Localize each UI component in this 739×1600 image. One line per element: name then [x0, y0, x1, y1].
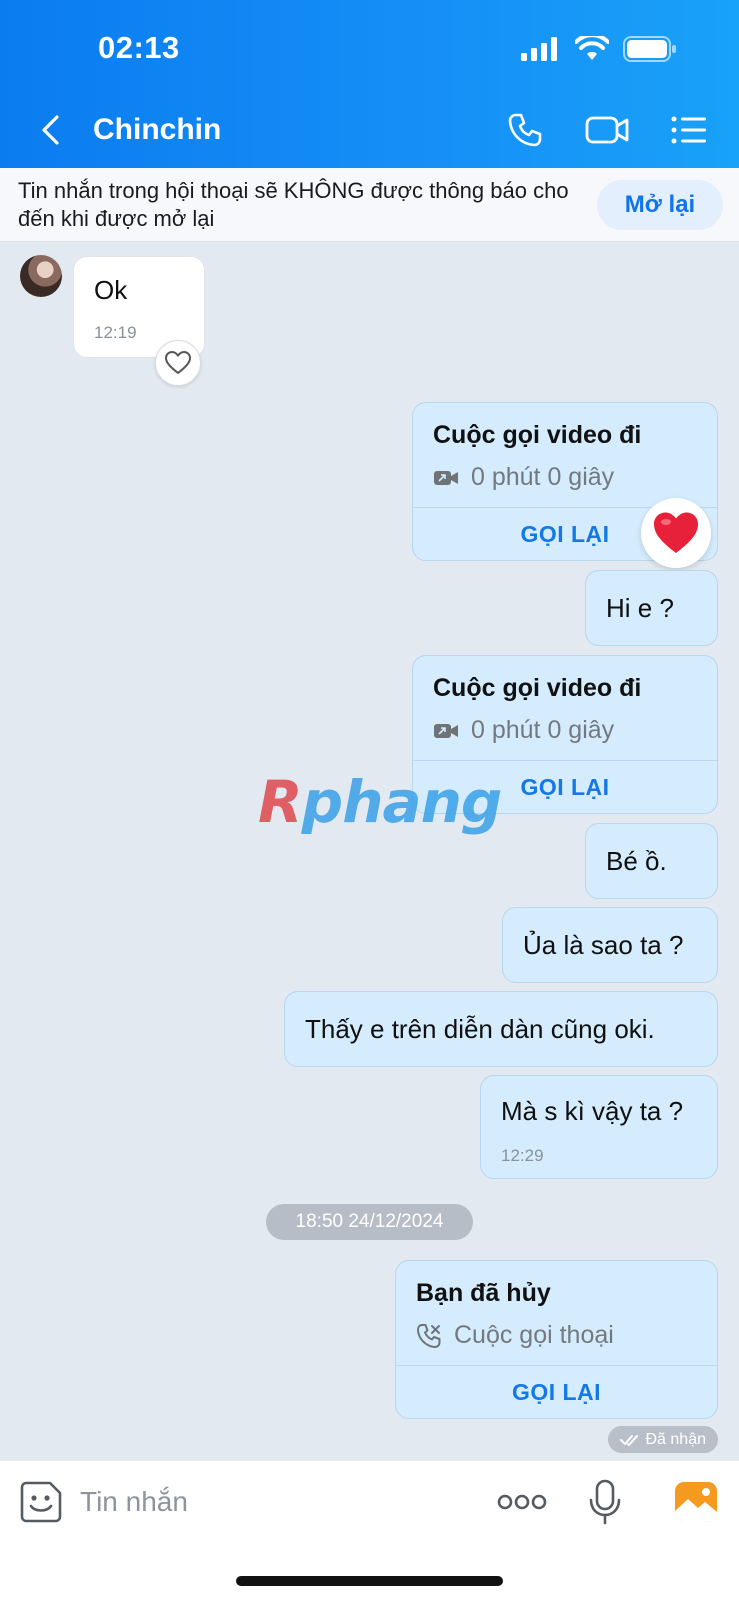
back-button[interactable] [30, 110, 70, 150]
photo-picker-button[interactable] [674, 1481, 718, 1523]
message-text: Thấy e trên diễn dàn cũng oki. [305, 1014, 655, 1044]
status-time: 02:13 [98, 30, 180, 65]
outgoing-video-icon [434, 470, 458, 485]
heart-outline-icon [165, 351, 191, 375]
call-duration: 0 phút 0 giây [433, 716, 614, 745]
heart-reaction[interactable] [641, 498, 711, 568]
message-text: Bé ồ. [606, 846, 667, 876]
emoji-sticker-icon [20, 1481, 62, 1523]
call-card[interactable]: Bạn đã hủy Cuộc gọi thoại GỌI LẠI [395, 1260, 718, 1419]
delivery-status-badge: Đã nhận [607, 1426, 718, 1453]
message-text: Mà s kì vậy ta ? [501, 1096, 684, 1126]
watermark-logo: Rphang [258, 768, 502, 836]
more-dots-icon [497, 1494, 547, 1510]
chat-header: 02:13 Chinchin [0, 0, 739, 168]
call-duration: 0 phút 0 giây [433, 463, 614, 492]
heart-icon [654, 512, 698, 553]
call-status-text: Cuộc gọi thoại [454, 1321, 614, 1349]
message-input[interactable] [80, 1479, 460, 1525]
call-title: Cuộc gọi video đi [433, 674, 642, 702]
header-actions [503, 108, 711, 152]
message-text: Ok [94, 275, 128, 305]
unmute-button[interactable]: Mở lại [597, 180, 723, 230]
voice-call-button[interactable] [503, 108, 547, 152]
status-icons [521, 34, 677, 64]
conversation-title[interactable]: Chinchin [93, 113, 221, 147]
signal-icon [521, 37, 557, 61]
double-check-icon [619, 1434, 638, 1446]
phone-icon [508, 113, 542, 147]
message-text: Hi e ? [606, 593, 674, 623]
microphone-icon [589, 1479, 621, 1525]
list-icon [671, 116, 706, 144]
message-bubble-outgoing[interactable]: Bé ồ. [585, 823, 718, 899]
battery-icon [623, 36, 676, 62]
message-bubble-outgoing[interactable]: Ủa là sao ta ? [502, 907, 718, 983]
call-duration-text: 0 phút 0 giây [471, 463, 615, 491]
more-options-button[interactable] [496, 1487, 548, 1517]
call-back-button[interactable]: GỌI LẠI [396, 1366, 717, 1418]
voice-record-button[interactable] [588, 1479, 622, 1525]
video-call-button[interactable] [585, 108, 629, 152]
image-gallery-icon [675, 1482, 717, 1522]
outgoing-video-icon [434, 723, 458, 738]
call-duration-text: 0 phút 0 giây [471, 716, 615, 744]
call-title: Bạn đã hủy [416, 1279, 551, 1307]
sticker-button[interactable] [20, 1481, 62, 1523]
call-status: Cuộc gọi thoại [416, 1321, 614, 1350]
missed-call-icon [417, 1323, 441, 1348]
message-bubble-outgoing[interactable]: Mà s kì vậy ta ? 12:29 [480, 1075, 718, 1179]
contact-avatar[interactable] [20, 255, 62, 297]
message-time: 12:19 [94, 323, 137, 342]
message-time: 12:29 [501, 1146, 544, 1165]
chevron-left-icon [42, 115, 59, 145]
video-camera-icon [585, 116, 629, 144]
call-title: Cuộc gọi video đi [433, 421, 642, 449]
message-bubble-outgoing[interactable]: Hi e ? [585, 570, 718, 646]
react-button[interactable] [155, 340, 201, 386]
home-indicator [236, 1576, 503, 1586]
delivery-status-text: Đã nhận [645, 1430, 707, 1448]
options-menu-button[interactable] [667, 108, 711, 152]
mute-notice-banner: Tin nhắn trong hội thoại sẽ KHÔNG được t… [0, 168, 739, 242]
message-text: Ủa là sao ta ? [523, 930, 684, 960]
mute-notice-text: Tin nhắn trong hội thoại sẽ KHÔNG được t… [18, 178, 569, 231]
wifi-icon [575, 36, 609, 60]
date-separator: 18:50 24/12/2024 [266, 1204, 473, 1240]
message-bubble-outgoing[interactable]: Thấy e trên diễn dàn cũng oki. [284, 991, 718, 1067]
